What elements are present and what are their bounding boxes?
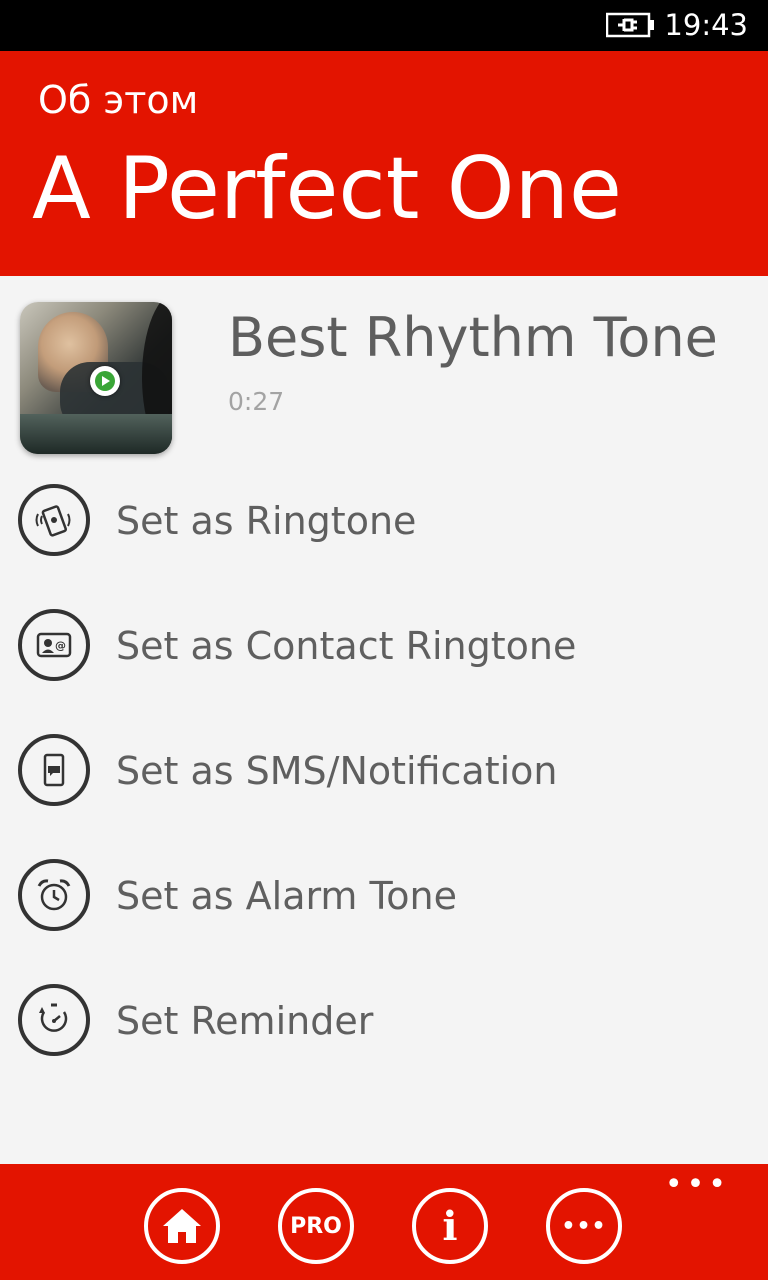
more-label: ••• (561, 1213, 607, 1239)
alarm-clock-icon (18, 859, 90, 931)
set-reminder-label: Set Reminder (116, 999, 374, 1043)
app-bar: ••• PRO i ••• (0, 1164, 768, 1280)
set-alarm-tone-button[interactable]: Set as Alarm Tone (18, 855, 738, 937)
set-sms-notification-label: Set as SMS/Notification (116, 749, 558, 793)
album-art[interactable] (20, 302, 172, 454)
battery-charging-icon (605, 12, 656, 38)
set-sms-notification-button[interactable]: Set as SMS/Notification (18, 730, 738, 812)
phone-ringtone-icon (18, 484, 90, 556)
set-alarm-tone-label: Set as Alarm Tone (116, 874, 457, 918)
svg-text:@: @ (55, 639, 66, 652)
set-ringtone-button[interactable]: Set as Ringtone (18, 480, 738, 562)
reminder-timer-icon (18, 984, 90, 1056)
contact-card-icon: @ (18, 609, 90, 681)
pro-label: PRO (290, 1213, 342, 1239)
sms-phone-icon (18, 734, 90, 806)
page-subtitle: Об этом (38, 78, 199, 122)
track-title: Best Rhythm Tone (228, 306, 718, 369)
more-icon[interactable]: ••• (546, 1188, 622, 1264)
home-icon[interactable] (144, 1188, 220, 1264)
info-label: i (442, 1202, 458, 1250)
track-duration: 0:27 (228, 387, 285, 416)
clock: 19:43 (664, 8, 748, 42)
set-contact-ringtone-label: Set as Contact Ringtone (116, 624, 577, 668)
set-ringtone-label: Set as Ringtone (116, 499, 417, 543)
page-header: Об этом A Perfect One (0, 51, 768, 276)
status-bar: 19:43 (0, 0, 768, 51)
page-title: A Perfect One (32, 139, 622, 239)
play-icon[interactable] (90, 366, 120, 396)
set-reminder-button[interactable]: Set Reminder (18, 980, 738, 1062)
set-contact-ringtone-button[interactable]: @ Set as Contact Ringtone (18, 605, 738, 687)
app-bar-more-button[interactable]: ••• (665, 1170, 730, 1200)
info-icon[interactable]: i (412, 1188, 488, 1264)
track-info: Best Rhythm Tone 0:27 (20, 302, 748, 456)
pro-icon[interactable]: PRO (278, 1188, 354, 1264)
